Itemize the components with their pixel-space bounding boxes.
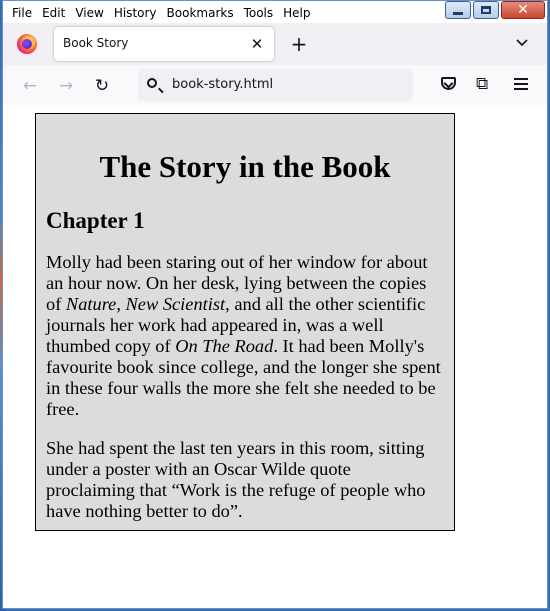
close-icon: ✕ bbox=[517, 2, 529, 18]
chevron-down-icon bbox=[516, 39, 528, 47]
chapter-heading: Chapter 1 bbox=[46, 208, 145, 233]
browser-window: File Edit View History Bookmarks Tools H… bbox=[2, 0, 548, 609]
menu-help[interactable]: Help bbox=[278, 3, 315, 21]
minimize-button[interactable] bbox=[445, 1, 471, 19]
page-title: The Story in the Book bbox=[99, 149, 391, 184]
url-text[interactable]: book-story.html bbox=[172, 77, 273, 92]
menu-tools[interactable]: Tools bbox=[239, 3, 279, 21]
maximize-button[interactable] bbox=[473, 1, 499, 19]
navigation-toolbar: ← → ↻ book-story.html ⧉ bbox=[3, 65, 547, 106]
book-title-on-the-road: On The Road bbox=[175, 336, 274, 356]
menu-history[interactable]: History bbox=[109, 3, 162, 21]
search-icon bbox=[147, 78, 157, 88]
url-bar[interactable]: book-story.html bbox=[138, 69, 413, 101]
firefox-view-icon[interactable] bbox=[17, 34, 37, 54]
menu-icon[interactable] bbox=[514, 78, 528, 90]
maximize-icon bbox=[481, 6, 491, 14]
pocket-icon[interactable] bbox=[441, 77, 456, 90]
paragraph-2: She had spent the last ten years in this… bbox=[46, 438, 426, 521]
forward-button[interactable]: → bbox=[52, 72, 80, 100]
extensions-icon[interactable]: ⧉ bbox=[476, 73, 488, 95]
new-tab-button[interactable]: + bbox=[286, 31, 312, 57]
book-title-nature: Nature bbox=[65, 294, 117, 314]
page-viewport: The Story in the Book Chapter 1 Molly ha… bbox=[3, 105, 547, 608]
menu-bar: File Edit View History Bookmarks Tools H… bbox=[7, 3, 316, 21]
title-bar: File Edit View History Bookmarks Tools H… bbox=[3, 1, 547, 23]
menu-edit[interactable]: Edit bbox=[37, 3, 70, 21]
story-container: The Story in the Book Chapter 1 Molly ha… bbox=[35, 113, 455, 531]
close-window-button[interactable]: ✕ bbox=[501, 1, 545, 19]
minimize-icon bbox=[453, 11, 463, 15]
tab-strip: Book Story ✕ + bbox=[3, 23, 547, 65]
tab-book-story[interactable]: Book Story ✕ bbox=[54, 27, 274, 61]
window-controls: ✕ bbox=[443, 1, 545, 21]
tab-title: Book Story bbox=[63, 36, 129, 50]
tab-close-icon[interactable]: ✕ bbox=[246, 33, 268, 55]
menu-view[interactable]: View bbox=[70, 3, 108, 21]
book-title-new-scientist: New Scientist bbox=[125, 294, 226, 314]
paragraph-1: Molly had been staring out of her window… bbox=[46, 252, 441, 419]
tab-list-chevron-icon[interactable] bbox=[511, 31, 533, 57]
reload-button[interactable]: ↻ bbox=[88, 72, 116, 100]
back-button[interactable]: ← bbox=[16, 72, 44, 100]
menu-file[interactable]: File bbox=[7, 3, 37, 21]
menu-bookmarks[interactable]: Bookmarks bbox=[162, 3, 239, 21]
